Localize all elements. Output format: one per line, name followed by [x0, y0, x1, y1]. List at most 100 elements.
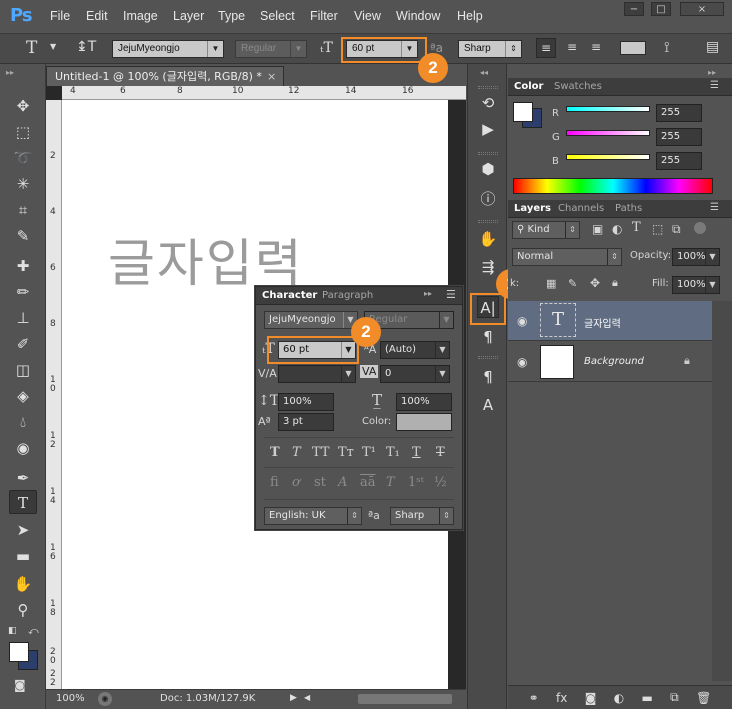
- language-dropdown[interactable]: English: UK ⇕: [264, 507, 362, 525]
- hand-tool-icon[interactable]: ✋: [9, 572, 37, 596]
- move-tool-icon[interactable]: ✥: [9, 94, 37, 118]
- eraser-tool-icon[interactable]: ◫: [9, 358, 37, 382]
- swash-icon[interactable]: A: [338, 475, 347, 490]
- char-leading-dropdown[interactable]: (Auto) ▼: [380, 341, 450, 359]
- filter-pixel-icon[interactable]: ▣: [592, 222, 603, 236]
- menu-filter[interactable]: Filter: [310, 9, 338, 23]
- character-styles-icon[interactable]: A: [477, 394, 499, 416]
- maximize-button[interactable]: □: [651, 2, 671, 16]
- font-family-dropdown[interactable]: JejuMyeongjo ▼: [112, 40, 224, 58]
- green-value[interactable]: 255: [656, 128, 702, 146]
- healing-brush-tool-icon[interactable]: ✚: [9, 254, 37, 278]
- layer-name[interactable]: 글자입력: [584, 315, 621, 330]
- blend-mode-dropdown[interactable]: Normal ⇕: [512, 248, 622, 266]
- lock-image-icon[interactable]: ✎: [568, 277, 577, 290]
- dodge-tool-icon[interactable]: ◉: [9, 436, 37, 460]
- swap-colors-icon[interactable]: ⤺: [28, 626, 39, 637]
- char-baseline-shift-field[interactable]: 3 pt: [278, 413, 334, 431]
- discretionary-ligatures-icon[interactable]: st: [314, 475, 326, 490]
- color-fg-swatch[interactable]: [513, 102, 533, 122]
- close-document-icon[interactable]: ×: [267, 67, 276, 86]
- collapse-icon[interactable]: ▸▸: [424, 289, 432, 298]
- link-layers-icon[interactable]: ⚭: [529, 691, 539, 705]
- magic-wand-tool-icon[interactable]: ✳: [9, 172, 37, 196]
- delete-layer-icon[interactable]: 🗑︎: [696, 691, 711, 705]
- scroll-left-icon[interactable]: ◀: [304, 693, 310, 702]
- new-group-icon[interactable]: ▬: [642, 691, 653, 705]
- lasso-tool-icon[interactable]: ➰: [9, 146, 37, 170]
- lock-transparent-icon[interactable]: ▦: [546, 277, 556, 290]
- brush-tool-icon[interactable]: ✏: [9, 280, 37, 304]
- filter-toggle-icon[interactable]: [694, 222, 706, 234]
- font-style-dropdown[interactable]: Regular ▼: [235, 40, 307, 58]
- 3d-panel-icon[interactable]: ⬢: [477, 158, 499, 180]
- char-horizontal-scale-field[interactable]: 100%: [396, 393, 452, 411]
- horizontal-scrollbar[interactable]: [358, 694, 452, 704]
- menu-window[interactable]: Window: [396, 9, 440, 23]
- layer-style-icon[interactable]: fx: [556, 691, 567, 705]
- fractions-icon[interactable]: ½: [434, 475, 447, 490]
- char-tracking-dropdown[interactable]: 0 ▼: [380, 365, 450, 383]
- status-info-icon[interactable]: ◉: [98, 692, 112, 706]
- adjustment-layer-icon[interactable]: ◐: [614, 691, 624, 705]
- tab-swatches[interactable]: Swatches: [554, 81, 602, 92]
- collapse-icon[interactable]: ▸▸: [6, 68, 14, 77]
- new-layer-icon[interactable]: ⧉: [670, 690, 679, 705]
- all-caps-icon[interactable]: TT: [312, 445, 330, 460]
- blue-value[interactable]: 255: [656, 152, 702, 170]
- paint-bucket-tool-icon[interactable]: ◈: [9, 384, 37, 408]
- path-selection-tool-icon[interactable]: ➤: [9, 518, 37, 542]
- visibility-eye-icon[interactable]: ◉: [517, 314, 527, 328]
- brush-presets-icon[interactable]: ✋: [477, 228, 499, 250]
- filter-type-icon[interactable]: T: [632, 220, 641, 235]
- brush-panel-icon[interactable]: ⇶: [477, 256, 499, 278]
- lock-position-icon[interactable]: ✥: [590, 276, 600, 290]
- panel-menu-icon[interactable]: ☰: [710, 80, 719, 91]
- canvas-text-layer[interactable]: 글자입력: [108, 222, 304, 296]
- panel-menu-icon[interactable]: ☰: [446, 288, 456, 301]
- foreground-color-swatch[interactable]: [9, 642, 29, 662]
- crop-tool-icon[interactable]: ⌗: [9, 198, 37, 222]
- zoom-tool-icon[interactable]: ⚲: [9, 598, 37, 622]
- underline-icon[interactable]: T: [412, 445, 421, 460]
- layer-row-background[interactable]: ◉ Background 🔒︎: [508, 342, 712, 382]
- blue-slider[interactable]: [566, 154, 650, 160]
- small-caps-icon[interactable]: Tᴛ: [338, 445, 354, 460]
- history-brush-tool-icon[interactable]: ✐: [9, 332, 37, 356]
- default-colors-icon[interactable]: ◧: [8, 626, 17, 636]
- superscript-icon[interactable]: T¹: [362, 445, 376, 460]
- tab-paragraph[interactable]: Paragraph: [322, 290, 373, 301]
- subscript-icon[interactable]: T₁: [386, 445, 400, 460]
- stylistic-alternates-icon[interactable]: aā: [360, 475, 376, 490]
- tab-layers[interactable]: Layers: [514, 203, 551, 214]
- collapse-icon[interactable]: ▸▸: [708, 68, 716, 77]
- red-slider[interactable]: [566, 106, 650, 112]
- warp-text-icon[interactable]: ⟟: [664, 38, 670, 56]
- align-left-icon[interactable]: ≡: [536, 38, 556, 58]
- layer-name[interactable]: Background: [584, 356, 644, 367]
- expand-icon[interactable]: ◂◂: [480, 68, 488, 77]
- text-color-swatch[interactable]: [620, 41, 646, 55]
- menu-image[interactable]: Image: [123, 9, 158, 23]
- dock-grip[interactable]: [478, 220, 498, 223]
- tab-paths[interactable]: Paths: [615, 203, 642, 214]
- dock-grip[interactable]: [478, 356, 498, 359]
- char-kerning-dropdown[interactable]: ▼: [278, 365, 356, 383]
- filter-shape-icon[interactable]: ⬚: [652, 222, 663, 236]
- clone-stamp-tool-icon[interactable]: ⊥: [9, 306, 37, 330]
- minimize-button[interactable]: −: [624, 2, 644, 16]
- rectangle-tool-icon[interactable]: ▬: [9, 544, 37, 568]
- layers-scrollbar[interactable]: [712, 301, 732, 681]
- filter-kind-dropdown[interactable]: ⚲ Kind ⇕: [512, 221, 580, 239]
- menu-select[interactable]: Select: [260, 9, 295, 23]
- opacity-field[interactable]: 100% ▼: [672, 248, 720, 266]
- red-value[interactable]: 255: [656, 104, 702, 122]
- green-slider[interactable]: [566, 130, 650, 136]
- paragraph-styles-icon[interactable]: ¶: [477, 366, 499, 388]
- faux-italic-icon[interactable]: T: [292, 445, 301, 460]
- tab-character[interactable]: Character: [262, 290, 317, 301]
- faux-bold-icon[interactable]: T: [270, 445, 280, 460]
- contextual-alternates-icon[interactable]: ơ: [292, 475, 300, 490]
- history-panel-icon[interactable]: ⟲: [477, 92, 499, 114]
- dock-grip[interactable]: [478, 86, 498, 89]
